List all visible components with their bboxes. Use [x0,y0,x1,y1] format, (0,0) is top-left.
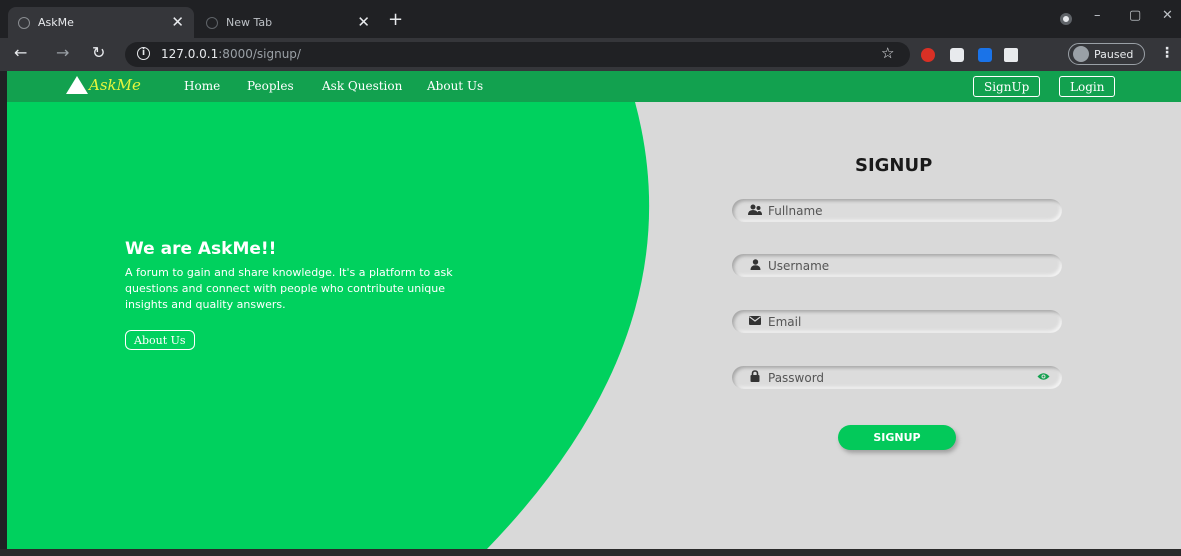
globe-icon [18,16,30,29]
close-tab-icon[interactable]: ✕ [171,15,184,30]
nav-link-peoples[interactable]: Peoples [247,79,294,93]
maximize-button[interactable]: ▢ [1129,8,1141,23]
bottom-bar [0,549,1181,556]
logo-icon [66,76,88,94]
chrome-profile-icon[interactable] [1060,13,1072,25]
profile-button[interactable]: Paused [1068,43,1145,65]
email-input[interactable]: Email [732,310,1062,333]
url-text: 127.0.0.1:8000/signup/ [161,47,301,61]
nav-link-home[interactable]: Home [184,79,220,93]
username-input[interactable]: Username [732,254,1062,277]
back-arrow-icon[interactable]: ← [14,43,27,62]
nav-link-about-us[interactable]: About Us [427,79,483,93]
tab-title: AskMe [38,16,74,29]
close-window-button[interactable]: ✕ [1162,8,1173,23]
reload-icon[interactable]: ↻ [92,43,105,62]
browser-window: AskMe ✕ New Tab ✕ + – ▢ ✕ ← → ↻ i 127.0.… [0,0,1181,556]
envelope-icon [748,315,762,328]
tab-new-tab[interactable]: New Tab ✕ [196,7,380,38]
hero-section: We are AskMe!! A forum to gain and share… [125,239,485,313]
page-viewport: AskMe Home Peoples Ask Question About Us… [7,71,1181,549]
users-icon [748,204,762,218]
menu-kebab-icon[interactable]: ⋮ [1160,45,1174,61]
eye-icon[interactable] [1037,371,1050,384]
profile-status: Paused [1094,47,1134,61]
brand-name: AskMe [89,76,141,94]
hero-title: We are AskMe!! [125,239,277,259]
signup-heading: SIGNUP [855,155,933,176]
site-info-icon[interactable]: i [137,47,150,60]
close-tab-icon[interactable]: ✕ [357,15,370,30]
hero-description: A forum to gain and share knowledge. It'… [125,266,453,311]
login-nav-button[interactable]: Login [1059,76,1116,97]
username-placeholder: Username [768,258,830,273]
password-input[interactable]: Password [732,366,1062,389]
adblock-extension-icon[interactable] [921,48,935,62]
chrome-icon [206,16,218,29]
minimize-button[interactable]: – [1094,8,1101,23]
hero-background [7,102,650,549]
signup-nav-button[interactable]: SignUp [973,76,1041,97]
address-bar[interactable]: i 127.0.0.1:8000/signup/ [125,42,910,67]
lock-icon [748,370,762,385]
email-placeholder: Email [768,314,802,329]
password-placeholder: Password [768,370,825,385]
avatar [1073,46,1089,62]
puzzle-icon[interactable] [1004,48,1018,62]
user-icon [748,258,762,273]
tab-askme[interactable]: AskMe ✕ [8,7,194,38]
tab-title: New Tab [226,16,273,29]
fullname-placeholder: Fullname [768,203,823,218]
about-us-button[interactable]: About Us [125,330,195,350]
new-tab-button[interactable]: + [388,9,403,30]
hero-curve [7,102,650,549]
brand-logo[interactable]: AskMe [66,76,141,94]
fullname-input[interactable]: Fullname [732,199,1062,222]
site-navbar: AskMe Home Peoples Ask Question About Us… [7,71,1181,102]
forward-arrow-icon[interactable]: → [56,43,69,62]
nav-link-ask-question[interactable]: Ask Question [322,79,402,93]
tab-strip: AskMe ✕ New Tab ✕ + – ▢ ✕ [0,0,1181,38]
extension-icon[interactable] [978,48,992,62]
bookmark-star-icon[interactable]: ☆ [881,44,894,62]
signup-submit-button[interactable]: SIGNUP [838,425,956,450]
mail-extension-icon[interactable] [950,48,964,62]
